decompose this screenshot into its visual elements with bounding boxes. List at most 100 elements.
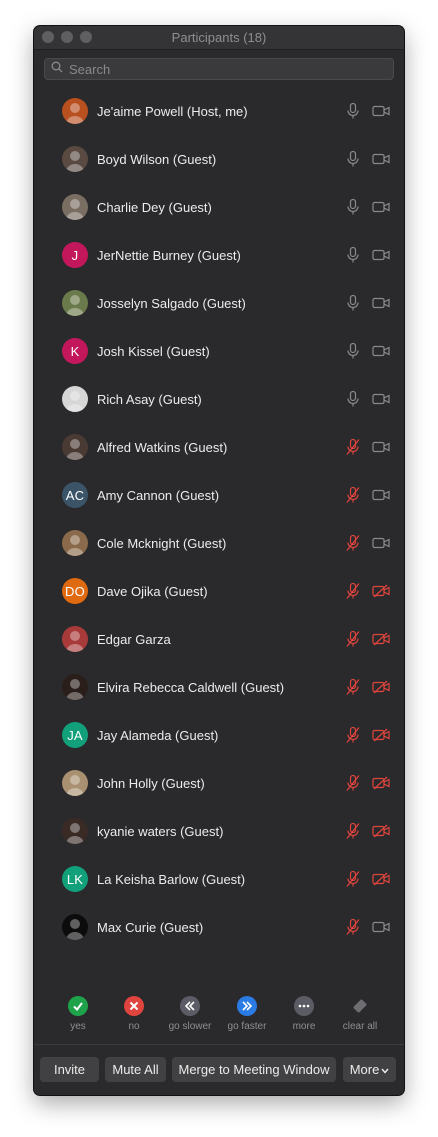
search-icon: [51, 60, 63, 78]
video-camera-icon[interactable]: [372, 200, 390, 214]
title-bar[interactable]: Participants (18): [34, 26, 404, 50]
participant-row[interactable]: John Holly (Guest): [34, 759, 404, 807]
microphone-muted-icon[interactable]: [345, 918, 361, 936]
participant-row[interactable]: LK La Keisha Barlow (Guest): [34, 855, 404, 903]
video-off-icon[interactable]: [372, 824, 390, 838]
avatar-photo: [62, 770, 88, 796]
avatar-photo: [62, 626, 88, 652]
video-camera-icon[interactable]: [372, 344, 390, 358]
microphone-muted-icon[interactable]: [345, 486, 361, 504]
video-off-icon[interactable]: [372, 728, 390, 742]
feedback-label: yes: [70, 1021, 86, 1032]
participant-row[interactable]: Rich Asay (Guest): [34, 375, 404, 423]
microphone-icon[interactable]: [345, 294, 361, 312]
participant-name: Jay Alameda (Guest): [97, 727, 219, 743]
video-camera-icon[interactable]: [372, 248, 390, 262]
microphone-muted-icon[interactable]: [345, 630, 361, 648]
more-button[interactable]: More: [343, 1057, 396, 1082]
participant-name: JerNettie Burney (Guest): [97, 247, 241, 263]
participant-row[interactable]: Cole Mcknight (Guest): [34, 519, 404, 567]
participant-row[interactable]: Edgar Garza: [34, 615, 404, 663]
participant-name: Edgar Garza: [97, 631, 171, 647]
avatar-photo: [62, 98, 88, 124]
avatar-photo: [62, 290, 88, 316]
microphone-muted-icon[interactable]: [345, 438, 361, 456]
participant-row[interactable]: Je'aime Powell (Host, me): [34, 87, 404, 135]
x-icon: [124, 996, 144, 1016]
participant-row[interactable]: DO Dave Ojika (Guest): [34, 567, 404, 615]
participant-row[interactable]: Charlie Dey (Guest): [34, 183, 404, 231]
avatar-photo: [62, 434, 88, 460]
video-off-icon[interactable]: [372, 776, 390, 790]
minimize-window-button[interactable]: [61, 31, 73, 43]
participant-row[interactable]: J JerNettie Burney (Guest): [34, 231, 404, 279]
video-camera-icon[interactable]: [372, 152, 390, 166]
feedback-go-faster-button[interactable]: go faster: [219, 996, 275, 1032]
avatar-photo: [62, 386, 88, 412]
participant-name: Amy Cannon (Guest): [97, 487, 220, 503]
microphone-icon[interactable]: [345, 342, 361, 360]
microphone-muted-icon[interactable]: [345, 678, 361, 696]
fast-forward-icon: [237, 996, 257, 1016]
microphone-icon[interactable]: [345, 102, 361, 120]
video-camera-icon[interactable]: [372, 536, 390, 550]
microphone-muted-icon[interactable]: [345, 726, 361, 744]
merge-to-meeting-window-button[interactable]: Merge to Meeting Window: [172, 1057, 336, 1082]
participant-row[interactable]: AC Amy Cannon (Guest): [34, 471, 404, 519]
microphone-icon[interactable]: [345, 198, 361, 216]
avatar-photo: [62, 914, 88, 940]
feedback-go-slower-button[interactable]: go slower: [162, 996, 218, 1032]
participant-row[interactable]: JA Jay Alameda (Guest): [34, 711, 404, 759]
participant-row[interactable]: Alfred Watkins (Guest): [34, 423, 404, 471]
participant-name: Josselyn Salgado (Guest): [97, 295, 246, 311]
search-input[interactable]: [69, 61, 369, 77]
participant-row[interactable]: Elvira Rebecca Caldwell (Guest): [34, 663, 404, 711]
close-window-button[interactable]: [42, 31, 54, 43]
feedback-yes-button[interactable]: yes: [50, 996, 106, 1032]
search-box[interactable]: [44, 58, 394, 80]
avatar-initials: DO: [62, 578, 88, 604]
participant-row[interactable]: kyanie waters (Guest): [34, 807, 404, 855]
video-off-icon[interactable]: [372, 872, 390, 886]
participant-row[interactable]: Max Curie (Guest): [34, 903, 404, 951]
participant-name: Rich Asay (Guest): [97, 391, 202, 407]
eraser-icon: [350, 996, 370, 1016]
microphone-muted-icon[interactable]: [345, 822, 361, 840]
microphone-muted-icon[interactable]: [345, 870, 361, 888]
microphone-muted-icon[interactable]: [345, 582, 361, 600]
video-off-icon[interactable]: [372, 680, 390, 694]
microphone-muted-icon[interactable]: [345, 534, 361, 552]
video-camera-icon[interactable]: [372, 104, 390, 118]
video-camera-icon[interactable]: [372, 392, 390, 406]
avatar-photo: [62, 194, 88, 220]
participant-row[interactable]: K Josh Kissel (Guest): [34, 327, 404, 375]
microphone-icon[interactable]: [345, 246, 361, 264]
microphone-muted-icon[interactable]: [345, 774, 361, 792]
zoom-window-button[interactable]: [80, 31, 92, 43]
feedback-more-button[interactable]: more: [276, 996, 332, 1032]
microphone-icon[interactable]: [345, 390, 361, 408]
avatar-photo: [62, 530, 88, 556]
video-camera-icon[interactable]: [372, 488, 390, 502]
rewind-icon: [180, 996, 200, 1016]
video-camera-icon[interactable]: [372, 440, 390, 454]
microphone-icon[interactable]: [345, 150, 361, 168]
feedback-label: no: [128, 1021, 140, 1032]
participants-window: Participants (18) Je'aime Powell (Host, …: [34, 26, 404, 1095]
feedback-clear-all-button[interactable]: clear all: [332, 996, 388, 1032]
video-off-icon[interactable]: [372, 584, 390, 598]
feedback-no-button[interactable]: no: [106, 996, 162, 1032]
feedback-label: more: [292, 1021, 316, 1032]
video-camera-icon[interactable]: [372, 920, 390, 934]
invite-button[interactable]: Invite: [40, 1057, 99, 1082]
participant-name: Elvira Rebecca Caldwell (Guest): [97, 679, 285, 695]
participant-row[interactable]: Boyd Wilson (Guest): [34, 135, 404, 183]
participant-list: Je'aime Powell (Host, me) Boyd Wilson (Gu…: [34, 87, 404, 951]
participant-name: Max Curie (Guest): [97, 919, 204, 935]
check-icon: [68, 996, 88, 1016]
participant-row[interactable]: Josselyn Salgado (Guest): [34, 279, 404, 327]
video-camera-icon[interactable]: [372, 296, 390, 310]
participant-name: Alfred Watkins (Guest): [97, 439, 228, 455]
mute-all-button[interactable]: Mute All: [105, 1057, 166, 1082]
video-off-icon[interactable]: [372, 632, 390, 646]
